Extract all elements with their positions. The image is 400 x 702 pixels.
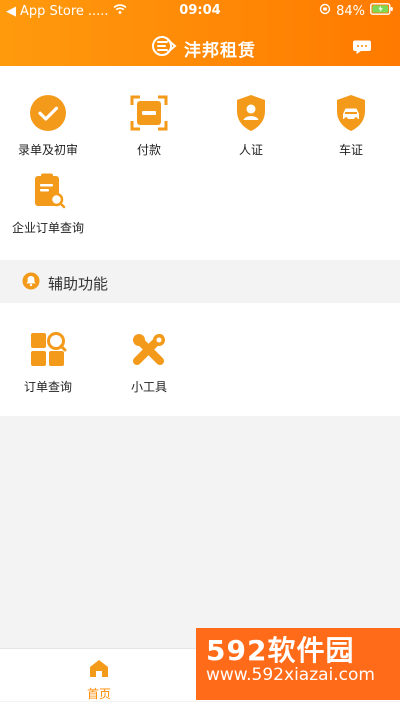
menu-label-person-certificate: 人证: [238, 143, 263, 157]
menu-item-person-certificate[interactable]: 人证: [206, 92, 296, 158]
message-button[interactable]: [352, 38, 372, 60]
assist-section-bar: 辅助功能: [0, 262, 400, 302]
app-logo: 沣邦租赁: [150, 34, 256, 62]
car-shield-icon: [330, 92, 372, 134]
chat-bubble-icon: [352, 40, 372, 60]
tool-label-small-tools: 小工具: [130, 380, 167, 394]
home-icon: [78, 657, 120, 683]
menu-label-entry-review: 录单及初审: [17, 143, 78, 157]
menu-label-payment: 付款: [136, 143, 161, 157]
main-menu-panel: 录单及初审 付款 人证 车证 企业订单查询: [0, 66, 400, 260]
logo-icon: [150, 34, 178, 62]
status-bar: ◀ App Store ..... 09:04 84%: [0, 0, 400, 22]
watermark-sub: www.592xiazai.com: [206, 665, 375, 686]
menu-label-car-certificate: 车证: [338, 143, 363, 157]
app-title: 沣邦租赁: [184, 40, 256, 61]
assist-section-title: 辅助功能: [22, 272, 108, 294]
watermark: 592软件园 www.592xiazai.com: [196, 628, 400, 700]
orientation-lock-icon: [319, 3, 331, 19]
tool-item-order-query[interactable]: 订单查询: [3, 329, 93, 395]
menu-item-entry-review[interactable]: 录单及初审: [3, 92, 93, 158]
tools-icon: [128, 329, 170, 371]
person-shield-icon: [230, 92, 272, 134]
tool-item-small-tools[interactable]: 小工具: [104, 329, 194, 395]
battery-icon: [370, 3, 394, 19]
battery-percent: 84%: [336, 3, 365, 19]
status-right: 84%: [319, 3, 394, 19]
tools-panel: 订单查询 小工具: [0, 303, 400, 416]
check-circle-icon: [27, 92, 69, 134]
nav-home-label: 首页: [86, 687, 111, 701]
grid-search-icon: [27, 329, 69, 371]
header: ◀ App Store ..... 09:04 84% 沣邦租赁: [0, 0, 400, 66]
assist-section-label: 辅助功能: [48, 274, 109, 293]
nav-home[interactable]: 首页: [78, 657, 120, 702]
menu-item-enterprise-order-query[interactable]: 企业订单查询: [3, 170, 93, 236]
payment-scan-icon: [128, 92, 170, 134]
menu-item-payment[interactable]: 付款: [104, 92, 194, 158]
menu-label-enterprise-order-query: 企业订单查询: [11, 221, 84, 235]
tool-label-order-query: 订单查询: [23, 380, 72, 394]
clipboard-search-icon: [27, 170, 69, 212]
menu-item-car-certificate[interactable]: 车证: [306, 92, 396, 158]
watermark-main: 592软件园: [206, 634, 355, 667]
bell-icon: [22, 272, 40, 294]
